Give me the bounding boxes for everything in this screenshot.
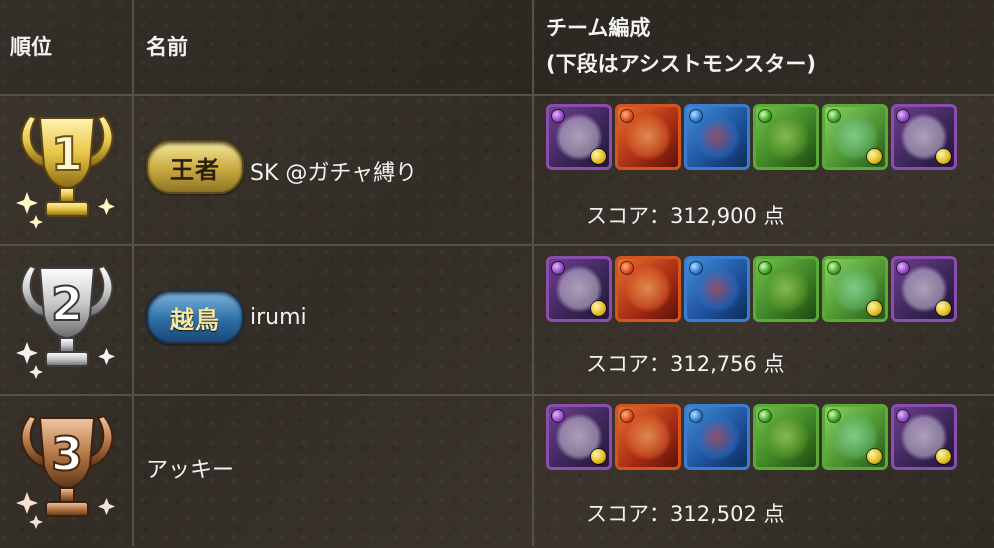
table-row: 1 王者 SK @ガチャ縛り スコア：312,900 点 [0,94,994,246]
table-row: 3 アッキー スコア：312,502 点 [0,394,994,546]
wood-attribute-monster-icon[interactable] [822,104,888,170]
team-cell: スコア：312,756 点 [534,244,994,394]
water-attribute-monster-icon[interactable] [684,256,750,322]
water-attribute-monster-icon[interactable] [684,104,750,170]
fire-attribute-monster-icon[interactable] [615,404,681,470]
rank-cell: 1 [0,94,134,244]
score-unit: 点 [763,502,785,526]
header-team: チーム編成 (下段はアシストモンスター) [534,0,994,94]
player-name[interactable]: アッキー [146,452,234,484]
rank-number: 3 [51,427,83,481]
table-row: 2 越鳥 irumi スコア：312,756 点 [0,244,994,396]
score-value: 312,900 [670,204,757,228]
score-label: スコア： [586,352,670,376]
header-rank-label: 順位 [10,35,52,59]
dark-attribute-monster-icon[interactable] [891,104,957,170]
title-badge: 越鳥 [146,290,244,344]
header-team-sublabel: (下段はアシストモンスター) [546,52,816,76]
rank-cell: 2 [0,244,134,394]
score-label: スコア： [586,502,670,526]
rank-number: 1 [51,127,83,181]
dark-attribute-monster-icon[interactable] [891,256,957,322]
gold-trophy-icon: 1 [16,114,115,229]
score-unit: 点 [763,204,785,228]
score-text: スコア：312,756 点 [586,348,785,378]
dark-attribute-monster-icon[interactable] [546,256,612,322]
team-lineup [546,256,957,322]
score-text: スコア：312,900 点 [586,200,785,230]
rank-cell: 3 [0,394,134,546]
dark-attribute-monster-icon[interactable] [546,404,612,470]
fire-attribute-monster-icon[interactable] [615,256,681,322]
rank-number: 2 [51,277,83,331]
score-value: 312,502 [670,502,757,526]
score-label: スコア： [586,204,670,228]
ranking-table: 順位 名前 チーム編成 (下段はアシストモンスター) 1 王者 SK @ガチャ縛… [0,0,994,548]
dark-attribute-monster-icon[interactable] [546,104,612,170]
header-name: 名前 [134,0,534,94]
team-cell: スコア：312,502 点 [534,394,994,546]
dark-attribute-monster-icon[interactable] [891,404,957,470]
title-badge: 王者 [146,140,244,194]
name-cell: 越鳥 irumi [134,244,534,394]
header-name-label: 名前 [146,35,188,59]
player-name[interactable]: SK @ガチャ縛り [250,155,417,187]
table-header: 順位 名前 チーム編成 (下段はアシストモンスター) [0,0,994,96]
wood-attribute-monster-icon[interactable] [822,404,888,470]
team-lineup [546,404,957,470]
wood-attribute-monster-icon[interactable] [822,256,888,322]
player-name[interactable]: irumi [250,305,307,330]
wood-attribute-monster-icon[interactable] [753,256,819,322]
name-cell: 王者 SK @ガチャ縛り [134,94,534,244]
water-attribute-monster-icon[interactable] [684,404,750,470]
header-rank: 順位 [0,0,134,94]
header-team-label: チーム編成 [546,16,651,40]
score-unit: 点 [763,352,785,376]
bronze-trophy-icon: 3 [16,414,115,529]
wood-attribute-monster-icon[interactable] [753,104,819,170]
fire-attribute-monster-icon[interactable] [615,104,681,170]
silver-trophy-icon: 2 [16,264,115,379]
team-lineup [546,104,957,170]
score-value: 312,756 [670,352,757,376]
team-cell: スコア：312,900 点 [534,94,994,244]
wood-attribute-monster-icon[interactable] [753,404,819,470]
name-cell: アッキー [134,394,534,546]
score-text: スコア：312,502 点 [586,498,785,528]
